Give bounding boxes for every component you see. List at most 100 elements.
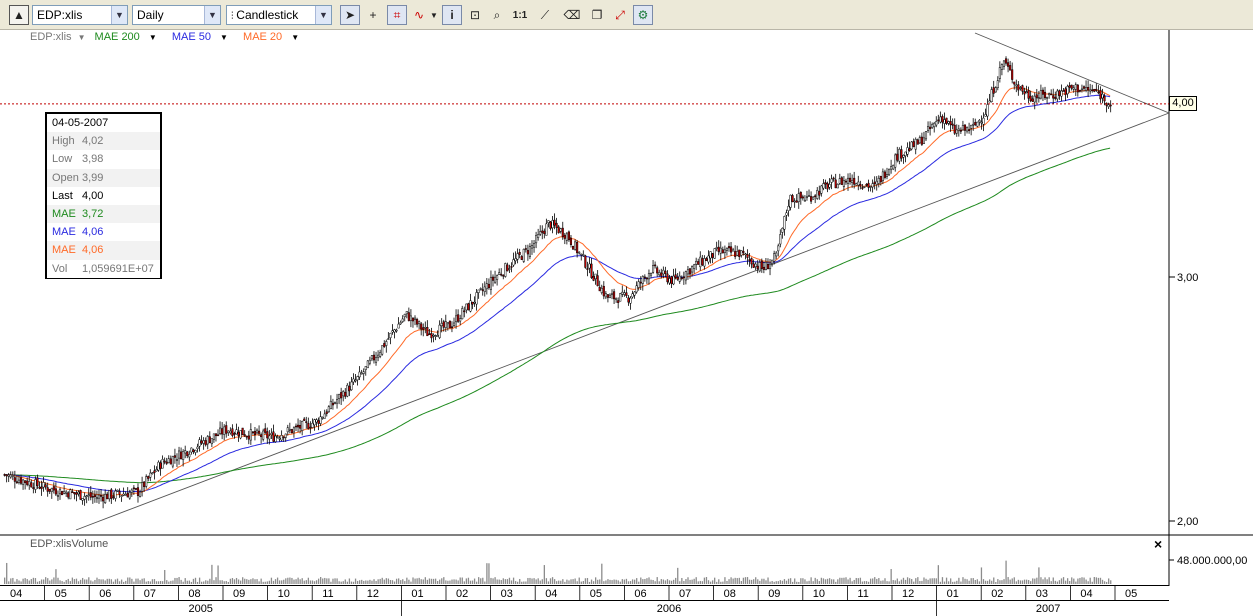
volume-bar: [88, 577, 90, 584]
candle-body: [104, 493, 107, 503]
candle-body: [93, 494, 96, 498]
candle-body: [342, 391, 345, 397]
volume-bar: [344, 579, 346, 584]
volume-bar: [830, 579, 833, 584]
candle-body: [241, 427, 244, 436]
candle-body: [416, 319, 419, 325]
volume-bar: [945, 577, 948, 584]
volume-bar: [8, 581, 10, 584]
volume-bar: [217, 565, 219, 584]
volume-bar: [61, 581, 63, 584]
candle-body: [28, 481, 31, 486]
candle-body: [881, 171, 884, 182]
volume-bar: [570, 579, 572, 584]
volume-bar: [260, 578, 262, 584]
volume-bar: [30, 579, 32, 584]
volume-bar: [346, 581, 349, 584]
candle-body: [73, 492, 76, 495]
price-axis: 2,00 3,00 48.000.000,00: [1169, 272, 1247, 567]
candle-body: [34, 479, 37, 490]
volume-bar: [954, 581, 956, 584]
candle-body: [1035, 94, 1038, 99]
chevron-down-icon[interactable]: ▼: [78, 33, 86, 42]
close-icon[interactable]: ×: [1154, 536, 1162, 552]
candle-body: [235, 429, 238, 435]
candle-body: [750, 258, 753, 265]
candle-body: [145, 476, 148, 487]
candle-body: [288, 429, 291, 431]
candle-body: [461, 308, 464, 320]
candle-body: [976, 121, 979, 127]
candle-body: [535, 235, 538, 244]
volume-bar: [876, 578, 878, 584]
candle-body: [186, 451, 189, 457]
volume-bar: [391, 580, 394, 584]
month-label: 01: [411, 588, 423, 600]
volume-bar: [927, 579, 929, 584]
volume-bar: [648, 577, 650, 584]
volume-bar: [820, 577, 823, 584]
volume-bar: [510, 580, 513, 584]
candle-body: [742, 250, 745, 253]
volume-bar: [843, 577, 845, 584]
volume-bar: [656, 577, 658, 584]
candle-body: [442, 321, 445, 328]
volume-bar: [157, 581, 160, 584]
volume-bar: [654, 581, 656, 584]
candle-body: [282, 436, 285, 439]
price-chart[interactable]: 2,00 3,00 48.000.000,00 04 05 06 07 08 09 10 11 12…: [0, 0, 1253, 616]
volume-bar: [980, 567, 983, 584]
legend-mae200[interactable]: MAE 200 ▼: [95, 31, 163, 43]
candle-body: [329, 400, 332, 410]
volume-bar: [631, 579, 634, 584]
candle-body: [814, 195, 817, 198]
candle-body: [411, 317, 415, 322]
volume-bar: [449, 580, 451, 584]
candle-body: [902, 155, 905, 158]
volume-bar: [1069, 580, 1071, 584]
volume-bar: [213, 580, 215, 584]
candle-body: [71, 491, 74, 493]
legend-mae20[interactable]: MAE 20 ▼: [243, 31, 305, 43]
candle-body: [637, 281, 640, 288]
volume-bar: [1009, 579, 1011, 584]
candle-body: [147, 476, 150, 479]
volume-bar: [935, 578, 937, 584]
volume-bar: [488, 563, 490, 584]
candle-body: [610, 293, 614, 296]
candle-body: [344, 391, 347, 397]
candle-body: [48, 488, 51, 492]
volume-bar: [379, 578, 381, 584]
candle-body: [317, 420, 320, 424]
candle-body: [723, 249, 726, 253]
volume-bar: [334, 578, 336, 584]
volume-bar: [1087, 581, 1089, 584]
candle-body: [647, 273, 651, 280]
volume-bar: [414, 578, 416, 584]
candle-body: [633, 291, 636, 296]
legend-mae50[interactable]: MAE 50 ▼: [172, 31, 234, 43]
candle-body: [578, 251, 581, 254]
candle-body: [255, 429, 259, 434]
candle-body: [274, 435, 277, 442]
volume-bar: [929, 578, 931, 584]
candle-body: [512, 259, 515, 266]
candle-body: [489, 276, 492, 290]
candle-body: [795, 200, 798, 203]
volume-bar: [787, 578, 790, 584]
infobox-date: 04-05-2007: [47, 114, 160, 133]
volume-bar: [537, 578, 539, 584]
candle-body: [498, 272, 501, 275]
candle-body: [134, 488, 137, 490]
candle-body: [175, 459, 179, 461]
candle-body: [869, 186, 872, 188]
candle-body: [596, 275, 599, 287]
candle-body: [775, 252, 778, 257]
volume-bar: [242, 577, 244, 584]
volume-bar: [266, 581, 268, 584]
volume-bar: [804, 579, 806, 584]
candle-body: [846, 177, 850, 184]
candle-body: [789, 194, 792, 208]
candle-body: [1050, 93, 1053, 96]
candle-body: [1093, 88, 1096, 92]
